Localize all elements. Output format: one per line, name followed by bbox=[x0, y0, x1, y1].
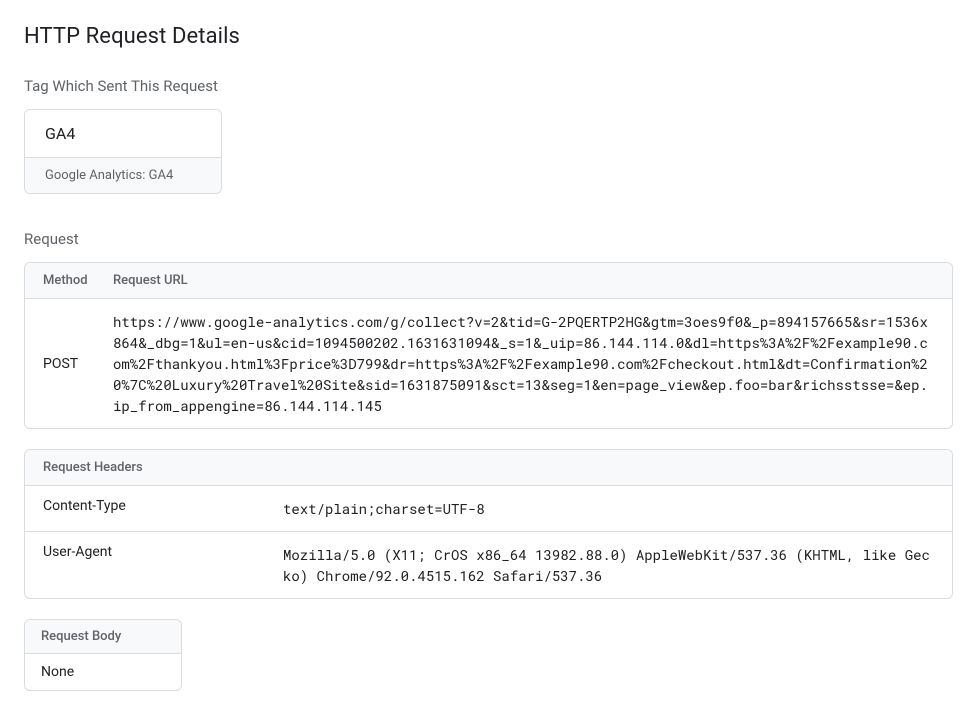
body-title: Request Body bbox=[25, 620, 181, 654]
request-section-label: Request bbox=[24, 230, 953, 248]
tag-name: GA4 bbox=[45, 124, 201, 143]
body-card: Request Body None bbox=[24, 619, 182, 691]
header-key: Content-Type bbox=[43, 498, 283, 519]
headers-table: Request Headers Content-Type text/plain;… bbox=[24, 449, 953, 599]
request-table-row: POST https://www.google-analytics.com/g/… bbox=[25, 299, 952, 428]
headers-title: Request Headers bbox=[25, 450, 952, 486]
header-row: Content-Type text/plain;charset=UTF-8 bbox=[25, 486, 952, 532]
request-table-header: Method Request URL bbox=[25, 263, 952, 299]
tag-type-label: Google Analytics: GA4 bbox=[25, 157, 221, 193]
header-value: Mozilla/5.0 (X11; CrOS x86_64 13982.88.0… bbox=[283, 544, 934, 586]
header-row: User-Agent Mozilla/5.0 (X11; CrOS x86_64… bbox=[25, 532, 952, 598]
tag-card-top[interactable]: GA4 bbox=[25, 110, 221, 157]
page-title: HTTP Request Details bbox=[24, 24, 953, 49]
header-key: User-Agent bbox=[43, 544, 283, 586]
request-method: POST bbox=[43, 356, 113, 372]
header-value: text/plain;charset=UTF-8 bbox=[283, 498, 934, 519]
request-url: https://www.google-analytics.com/g/colle… bbox=[113, 311, 934, 416]
url-column-header: Request URL bbox=[113, 273, 934, 288]
method-column-header: Method bbox=[43, 273, 113, 288]
request-table: Method Request URL POST https://www.goog… bbox=[24, 262, 953, 429]
tag-section-label: Tag Which Sent This Request bbox=[24, 77, 953, 95]
body-content: None bbox=[25, 654, 181, 690]
tag-card: GA4 Google Analytics: GA4 bbox=[24, 109, 222, 194]
